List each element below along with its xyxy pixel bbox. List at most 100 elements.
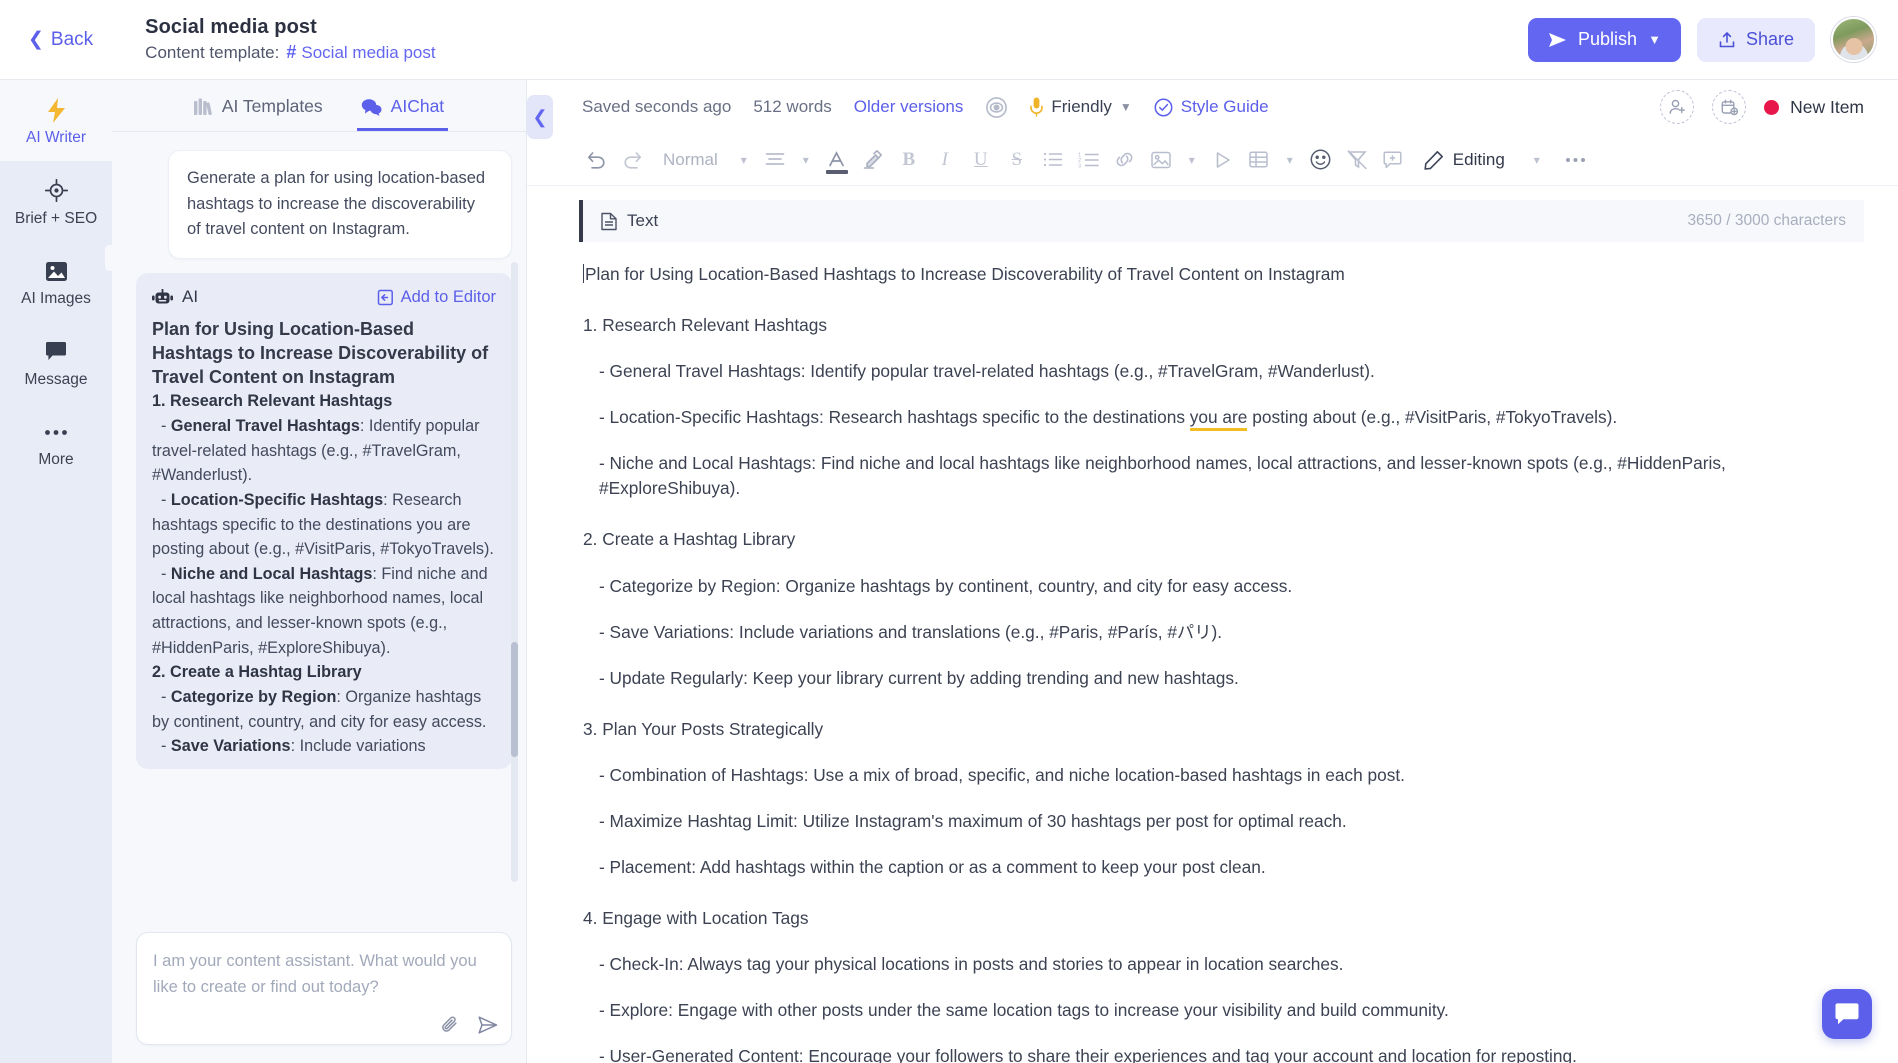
back-button[interactable]: ❮ Back [18,23,103,57]
document-heading-4: 4. Engage with Location Tags [583,908,809,929]
top-bar: ❮ Back Social media post Content templat… [0,0,1898,80]
tone-selector[interactable]: Friendly ▼ [1030,97,1132,117]
preview-eye-icon[interactable] [985,96,1008,119]
content-template-link[interactable]: # Social media post [286,42,435,63]
chat-scrollbar-track[interactable] [511,262,518,882]
chat-icon [361,98,382,116]
rail-item-more[interactable]: More [0,402,112,483]
ai-bullet-term-1-2: Location-Specific Hashtags [170,490,384,509]
rail-label-brief-seo: Brief + SEO [14,209,98,227]
document-heading-2: 2. Create a Hashtag Library [583,529,796,550]
collapse-panel-button[interactable]: ❮ [527,95,553,139]
target-icon [44,178,68,204]
avatar[interactable] [1831,17,1876,62]
chat-input-box[interactable]: I am your content assistant. What would … [136,932,512,1045]
invite-user-button[interactable] [1660,90,1695,124]
chevron-down-icon[interactable]: ▾ [732,153,756,167]
rail-item-message[interactable]: Message [0,322,112,403]
tab-label-ai-templates: AI Templates [221,96,323,116]
chevron-down-icon[interactable]: ▾ [1278,153,1302,167]
hash-icon: # [286,42,297,62]
ai-response-body: 1. Research Relevant Hashtags - General … [152,392,494,756]
underline-icon[interactable]: U [964,143,998,177]
composer-actions [441,1015,498,1034]
microphone-icon [1030,97,1044,117]
document-content[interactable]: Plan for Using Location-Based Hashtags t… [527,242,1898,1063]
svg-text:3: 3 [1078,163,1081,168]
chevron-down-icon[interactable]: ▾ [794,153,818,167]
grammar-suggestion[interactable]: you are [1189,407,1248,432]
video-icon[interactable] [1206,143,1240,177]
strikethrough-icon[interactable]: S [1000,143,1034,177]
chevron-down-icon: ▼ [1648,32,1661,47]
document-scroll-area: Text 3650 / 3000 characters Plan for Usi… [527,186,1898,1063]
style-guide-button[interactable]: Style Guide [1154,97,1269,117]
tab-ai-chat[interactable]: AIChat [356,96,449,131]
editing-mode-chevron-icon[interactable]: ▾ [1525,153,1549,167]
rail-item-brief-seo[interactable]: Brief + SEO [0,161,112,242]
robot-icon [152,288,173,306]
clear-format-icon[interactable] [1340,143,1374,177]
tab-ai-templates[interactable]: AI Templates [190,96,327,131]
comment-icon[interactable] [1376,143,1410,177]
editing-mode-button[interactable]: Editing [1424,150,1505,170]
schedule-button[interactable] [1712,90,1747,124]
ai-section-heading-1: 1. Research Relevant Hashtags [152,392,393,411]
editor-meta-bar: Saved seconds ago 512 words Older versio… [527,80,1898,134]
numbered-list-icon[interactable]: 1 2 3 [1072,143,1106,177]
paragraph-style-select[interactable]: Normal [651,150,730,170]
document-item-3-1: - Combination of Hashtags: Use a mix of … [599,764,1405,785]
more-icon[interactable] [1559,143,1593,177]
share-label: Share [1745,29,1794,49]
rail-item-ai-writer[interactable]: AI Writer [0,80,112,161]
rail-label-message: Message [24,370,88,388]
content-template-label: Content template: [145,42,280,62]
content-template-name: Social media post [301,42,436,62]
bold-icon[interactable]: B [892,143,926,177]
check-circle-icon [1154,98,1173,117]
attachment-icon[interactable] [441,1015,460,1034]
document-heading-1: 1. Research Relevant Hashtags [583,315,827,336]
send-message-icon[interactable] [478,1015,498,1034]
bullet-list-icon[interactable] [1036,143,1070,177]
add-to-editor-label: Add to Editor [400,287,496,306]
document-item-4-3: - User-Generated Content: Encourage your… [599,1046,1577,1063]
publish-button[interactable]: Publish ▼ [1528,17,1681,62]
share-button[interactable]: Share [1696,17,1815,62]
document-heading-3: 3. Plan Your Posts Strategically [583,718,824,739]
chat-scrollbar-thumb[interactable] [511,642,518,757]
chevron-down-icon[interactable]: ▾ [1180,153,1204,167]
editor-toolbar: Normal ▾ ▾ B I U S 1 2 3 ▾ ▾ Editing ▾ [527,134,1898,186]
undo-icon[interactable] [579,143,613,177]
older-versions-link[interactable]: Older versions [854,97,964,117]
document-item-1-3: - Niche and Local Hashtags: Find niche a… [599,453,1726,499]
rail-item-ai-images[interactable]: AI Images [0,241,112,322]
image-icon [45,258,68,284]
tone-label: Friendly [1051,97,1112,116]
text-block-label: Text [627,211,659,230]
send-icon [1548,32,1567,48]
new-item-status[interactable]: New Item [1764,97,1864,118]
highlight-icon[interactable] [856,143,890,177]
document-item-4-2: - Explore: Engage with other posts under… [599,1000,1449,1021]
editor-meta-right: New Item [1660,90,1864,124]
support-chat-button[interactable] [1822,989,1872,1039]
link-icon[interactable] [1108,143,1142,177]
back-label: Back [50,28,94,50]
emoji-icon[interactable] [1304,143,1338,177]
document-item-4-1: - Check-In: Always tag your physical loc… [599,954,1344,975]
add-to-editor-button[interactable]: Add to Editor [377,288,496,307]
upload-icon [1718,31,1736,49]
saved-status: Saved seconds ago [582,97,732,116]
text-color-icon[interactable] [820,143,854,177]
align-icon[interactable] [758,143,792,177]
left-rail: AI Writer Brief + SEO AI Images Message … [0,80,112,1063]
image-icon[interactable] [1144,143,1178,177]
italic-icon[interactable]: I [928,143,962,177]
table-icon[interactable] [1242,143,1276,177]
lightning-icon [47,97,65,123]
new-item-label: New Item [1790,96,1864,117]
document-title-text: Plan for Using Location-Based Hashtags t… [585,264,1345,284]
redo-icon[interactable] [615,143,649,177]
style-guide-label: Style Guide [1180,97,1269,116]
